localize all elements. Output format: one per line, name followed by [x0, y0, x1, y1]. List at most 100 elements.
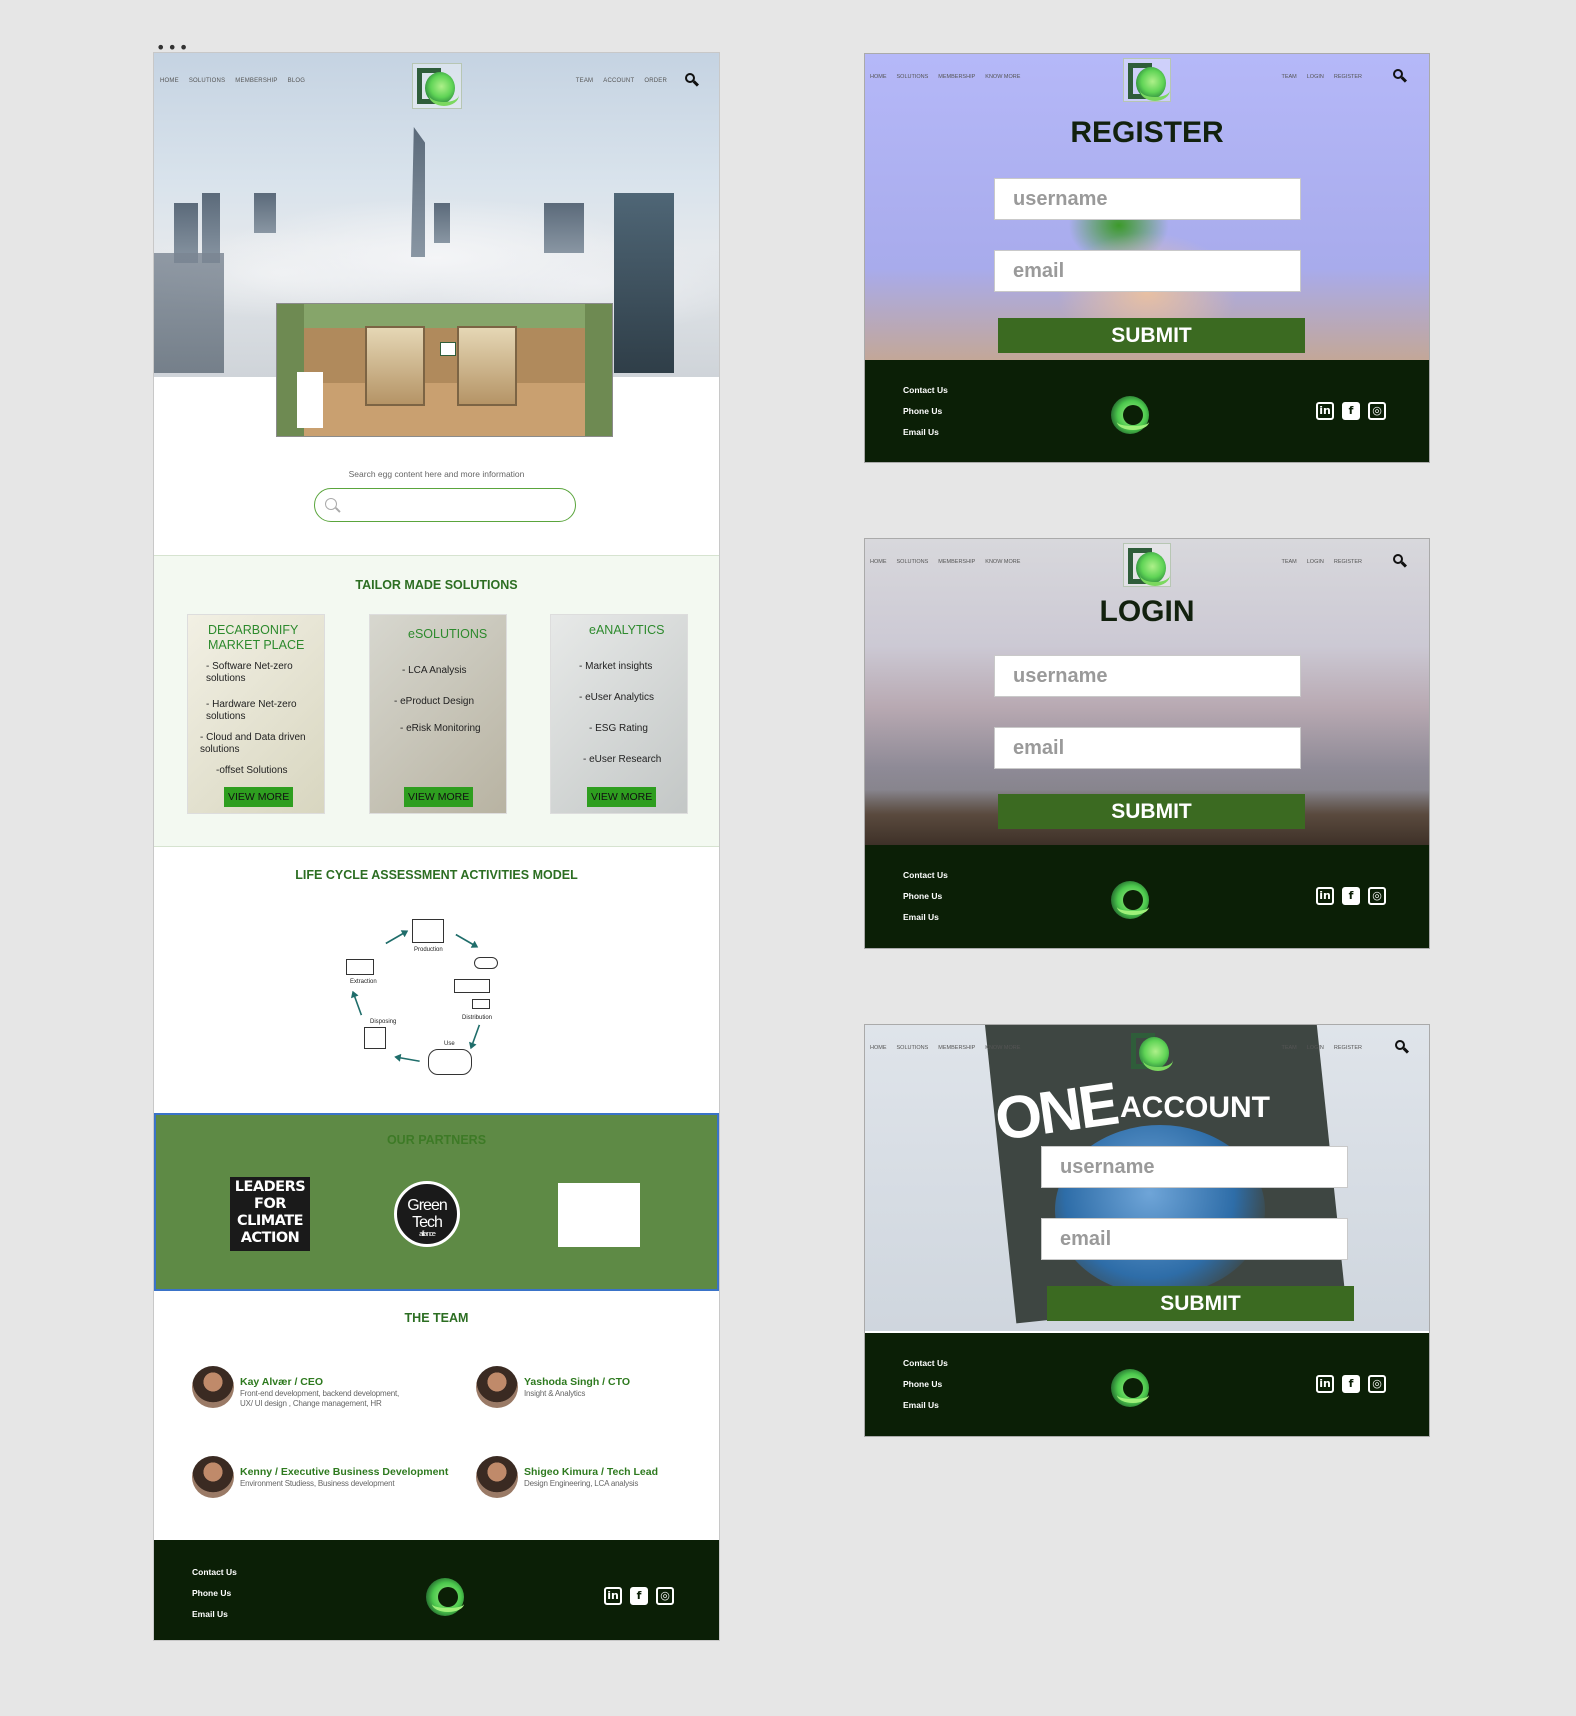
facebook-icon[interactable]: f	[1342, 402, 1360, 420]
username-input[interactable]	[994, 178, 1301, 220]
social-links: in f ◎	[1316, 887, 1386, 905]
footer-email-link[interactable]: Email Us	[903, 907, 948, 928]
footer-email-link[interactable]: Email Us	[192, 1604, 237, 1625]
nav-know-more[interactable]: KNOW MORE	[985, 1045, 1020, 1051]
nav-account[interactable]: ACCOUNT	[603, 78, 634, 84]
nav-team[interactable]: TEAM	[1281, 1045, 1296, 1051]
nav-team[interactable]: TEAM	[1281, 74, 1296, 80]
linkedin-icon[interactable]: in	[604, 1587, 622, 1605]
nav-login[interactable]: LOGIN	[1307, 559, 1324, 565]
stage-label: Disposing	[370, 1019, 397, 1025]
nav-home[interactable]: HOME	[870, 559, 887, 565]
nav-register[interactable]: REGISTER	[1334, 559, 1362, 565]
footer-email-link[interactable]: Email Us	[903, 422, 948, 443]
submit-button[interactable]: SUBMIT	[1047, 1286, 1354, 1321]
stage-label: Distribution	[462, 1015, 493, 1021]
footer-email-link[interactable]: Email Us	[903, 1395, 948, 1416]
card-item: - eProduct Design	[394, 696, 475, 707]
nav-membership[interactable]: MEMBERSHIP	[938, 559, 975, 565]
nav-team[interactable]: TEAM	[1281, 559, 1296, 565]
nav-team[interactable]: TEAM	[576, 78, 593, 84]
footer-phone-link[interactable]: Phone Us	[903, 1374, 948, 1395]
footer-logo[interactable]	[1111, 396, 1151, 436]
search-icon[interactable]	[1393, 69, 1408, 83]
facebook-icon[interactable]: f	[1342, 1375, 1360, 1393]
view-more-button[interactable]: VIEW MORE	[224, 787, 294, 807]
footer-logo[interactable]	[1111, 881, 1151, 921]
footer-logo[interactable]	[1111, 1369, 1151, 1409]
search-bar[interactable]	[314, 488, 576, 522]
email-input[interactable]	[994, 727, 1301, 769]
instagram-icon[interactable]: ◎	[1368, 1375, 1386, 1393]
search-icon[interactable]	[685, 73, 700, 87]
social-links: in f ◎	[604, 1587, 674, 1605]
nav-membership[interactable]: MEMBERSHIP	[938, 1045, 975, 1051]
nav-solutions[interactable]: SOLUTIONS	[897, 1045, 929, 1051]
nav-solutions[interactable]: SOLUTIONS	[189, 78, 225, 84]
brand-logo[interactable]	[1123, 58, 1171, 102]
linkedin-icon[interactable]: in	[1316, 1375, 1334, 1393]
nav-home[interactable]: HOME	[870, 1045, 887, 1051]
avatar	[476, 1456, 518, 1498]
submit-button[interactable]: SUBMIT	[998, 318, 1305, 353]
search-icon[interactable]	[1395, 1040, 1410, 1054]
instagram-icon[interactable]: ◎	[656, 1587, 674, 1605]
footer-phone-link[interactable]: Phone Us	[192, 1583, 237, 1604]
nav-login[interactable]: LOGIN	[1307, 1045, 1324, 1051]
facebook-icon[interactable]: f	[1342, 887, 1360, 905]
email-input[interactable]	[994, 250, 1301, 292]
recycle-bin-icon	[364, 1027, 386, 1049]
view-more-button[interactable]: VIEW MORE	[404, 787, 474, 807]
view-more-button[interactable]: VIEW MORE	[587, 787, 657, 807]
search-icon[interactable]	[1393, 554, 1408, 568]
partner-logo-placeholder[interactable]	[558, 1183, 640, 1247]
form-nav: HOME SOLUTIONS MEMBERSHIP KNOW MORE TEAM…	[865, 1025, 1429, 1071]
email-input[interactable]	[1041, 1218, 1348, 1260]
card-item: - eUser Research	[583, 754, 662, 765]
brand-logo[interactable]	[1123, 543, 1171, 587]
instagram-icon[interactable]: ◎	[1368, 887, 1386, 905]
footer-phone-link[interactable]: Phone Us	[903, 401, 948, 422]
footer-contact-link[interactable]: Contact Us	[903, 1353, 948, 1374]
facebook-icon[interactable]: f	[630, 1587, 648, 1605]
brand-logo[interactable]	[1127, 1029, 1175, 1073]
partners-title: OUR PARTNERS	[386, 1133, 487, 1147]
nav-solutions[interactable]: SOLUTIONS	[897, 559, 929, 565]
nav-membership[interactable]: MEMBERSHIP	[938, 74, 975, 80]
team-member: Yashoda Singh / CTO Insight & Analytics	[476, 1366, 719, 1410]
submit-button[interactable]: SUBMIT	[998, 794, 1305, 829]
footer-contact-link[interactable]: Contact Us	[903, 380, 948, 401]
linkedin-icon[interactable]: in	[1316, 887, 1334, 905]
footer-contact-link[interactable]: Contact Us	[192, 1562, 237, 1583]
nav-order[interactable]: ORDER	[644, 78, 667, 84]
partner-logo-lfca[interactable]: LEADERS FOR CLIMATE ACTION	[230, 1177, 310, 1251]
nav-login[interactable]: LOGIN	[1307, 74, 1324, 80]
gta-word: Tech	[412, 1214, 443, 1231]
footer-links: Contact Us Phone Us Email Us	[192, 1562, 237, 1625]
nav-home[interactable]: HOME	[870, 74, 887, 80]
gta-word: alliance	[419, 1231, 436, 1238]
factory-icon	[412, 919, 444, 943]
nav-home[interactable]: HOME	[160, 78, 179, 84]
username-input[interactable]	[1041, 1146, 1348, 1188]
building	[434, 203, 450, 243]
nav-solutions[interactable]: SOLUTIONS	[897, 74, 929, 80]
partner-logo-greentech[interactable]: Green Tech alliance	[394, 1181, 460, 1247]
nav-register[interactable]: REGISTER	[1334, 74, 1362, 80]
footer-logo[interactable]	[426, 1578, 466, 1618]
nav-know-more[interactable]: KNOW MORE	[985, 74, 1020, 80]
nav-register[interactable]: REGISTER	[1334, 1045, 1362, 1051]
nav-blog[interactable]: BLOG	[288, 78, 305, 84]
search-input[interactable]	[343, 495, 563, 515]
card-title: DECARBONIFY MARKET PLACE	[208, 623, 305, 652]
brand-logo[interactable]	[412, 63, 462, 109]
linkedin-icon[interactable]: in	[1316, 402, 1334, 420]
nav-membership[interactable]: MEMBERSHIP	[235, 78, 277, 84]
username-input[interactable]	[994, 655, 1301, 697]
solution-card-esolutions: eSOLUTIONS - LCA Analysis - eProduct Des…	[369, 614, 507, 814]
footer-contact-link[interactable]: Contact Us	[903, 865, 948, 886]
instagram-icon[interactable]: ◎	[1368, 402, 1386, 420]
member-role: Insight & Analytics	[524, 1389, 586, 1398]
nav-know-more[interactable]: KNOW MORE	[985, 559, 1020, 565]
footer-phone-link[interactable]: Phone Us	[903, 886, 948, 907]
